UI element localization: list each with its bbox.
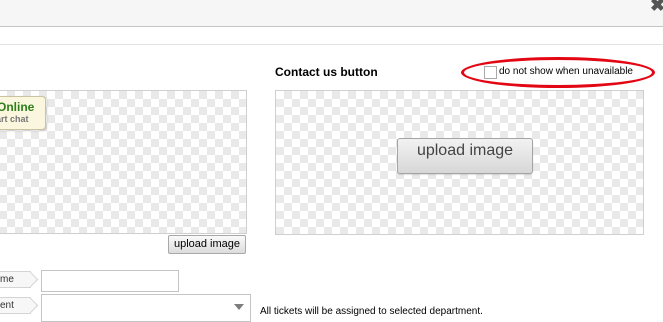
upload-image-button-large[interactable]: upload image <box>397 138 533 174</box>
contact-us-button-heading: Contact us button <box>275 65 378 79</box>
chevron-down-icon <box>234 304 244 310</box>
panel-divider <box>0 44 663 45</box>
name-field-label: me <box>0 271 31 288</box>
window-top-bar <box>0 0 663 27</box>
annotation-red-ellipse <box>461 57 655 88</box>
upload-image-button-small[interactable]: upload image <box>168 235 246 254</box>
badge-chat-text: art chat <box>0 114 29 124</box>
department-select[interactable] <box>41 294 251 322</box>
department-note: All tickets will be assigned to selected… <box>260 306 483 317</box>
badge-online-text: Online <box>0 100 35 114</box>
online-badge-preview: Online art chat <box>0 96 46 130</box>
name-input[interactable] <box>41 270 179 292</box>
department-field-label: ent <box>0 297 31 314</box>
close-icon[interactable]: ✖ <box>650 0 663 14</box>
